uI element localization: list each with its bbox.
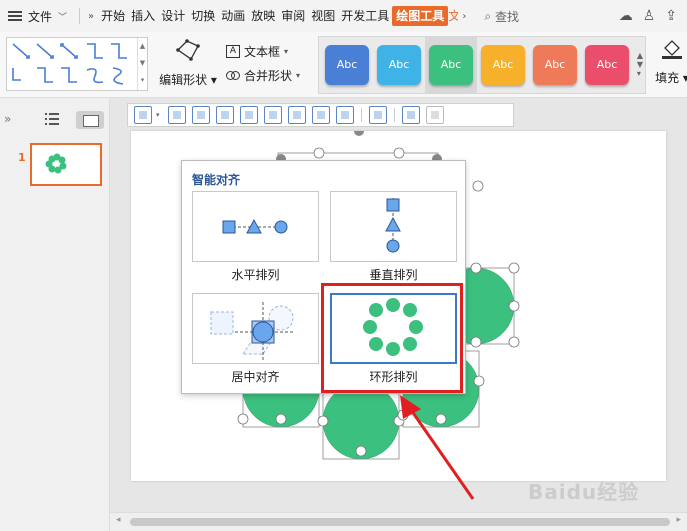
tab-review[interactable]: 审阅 [278,0,308,32]
chevron-down-icon[interactable]: ▾ [156,111,160,119]
horizontal-scrollbar[interactable]: ◂ ▸ [110,512,687,531]
distribute-vertical-icon[interactable] [335,106,354,124]
tab-design[interactable]: 设计 [158,0,188,32]
thumbnail-view-icon[interactable] [76,111,104,129]
align-right-icon[interactable] [215,106,234,124]
distribute-horizontal-icon[interactable] [311,106,330,124]
shape-style-3[interactable]: Abc [429,45,473,85]
tab-insert[interactable]: 插入 [128,0,158,32]
center-align-icon [210,302,294,362]
fill-label: 填充 ▾ [655,71,687,85]
align-middle-icon[interactable] [263,106,282,124]
styles-more-icon[interactable]: ▲ ▼ ▾ [637,51,643,78]
edit-shape-button[interactable]: 编辑形状 ▾ [156,38,220,88]
option-vertical[interactable] [330,191,457,262]
expand-panel-icon[interactable]: » [4,112,11,126]
chevron-down-icon: ▾ [284,46,289,56]
align-toolbar: ▾ [127,103,514,127]
file-menu-label: 文件 [28,9,53,24]
text-box-button[interactable]: A 文本框 ▾ [226,39,300,63]
scroll-thumb[interactable] [130,518,670,526]
tab-developer[interactable]: 开发工具 [338,0,392,32]
tab-animation[interactable]: 动画 [218,0,248,32]
scroll-left-icon[interactable]: ◂ [116,515,121,525]
slides-panel: » 1 [0,98,110,531]
format-painter-icon[interactable] [401,106,420,124]
shape-style-4[interactable]: Abc [481,45,525,85]
option-horizontal[interactable] [192,191,319,262]
tab-start[interactable]: 开始 [98,0,128,32]
slide-thumbnail[interactable] [30,143,102,186]
tab-drawing-tools[interactable]: 绘图工具 [392,6,449,26]
slide-number: 1 [18,151,26,164]
align-bottom-icon[interactable] [287,106,306,124]
align-center-icon[interactable] [191,106,210,124]
shape-style-1[interactable]: Abc [325,45,369,85]
text-box-icon: A [226,44,240,58]
vertical-arrange-icon [385,198,401,253]
menu-icon [8,11,22,21]
tab-view[interactable]: 视图 [308,0,338,32]
horizontal-arrange-icon [222,218,288,234]
option-horizontal-label: 水平排列 [231,268,280,282]
slide-thumbnail-image [45,153,67,174]
text-column: A 文本框 ▾ 合并形状 ▾ [226,39,300,87]
group-icon[interactable] [368,106,387,124]
cloud-sync-icon[interactable]: ☁ [619,8,633,24]
chevron-down-icon: ﹀ [58,12,68,23]
option-center-label: 居中对齐 [231,370,280,384]
ribbon: ▲ ▼ ▾ 编辑形状 ▾ A 文本框 ▾ 合并形状 ▾ Abc Abc Abc Ab… [0,32,687,98]
watermark-logo: Baidu经验 [528,480,640,504]
chevron-right-icon[interactable]: › [458,11,470,22]
align-top-icon[interactable] [239,106,258,124]
line-shapes-gallery[interactable]: ▲ ▼ ▾ [6,37,148,91]
merge-shape-icon [226,69,240,82]
search-label: 查找 [495,9,520,24]
divider [79,8,81,24]
window-actions: ☁ ♙ ⇪ [619,8,687,24]
user-add-icon[interactable]: ♙ [643,8,656,24]
tab-slideshow[interactable]: 放映 [248,0,278,32]
option-vertical-label: 垂直排列 [369,268,418,282]
share-icon[interactable]: ⇪ [665,8,677,24]
smart-align-icon[interactable] [134,106,152,124]
search-box[interactable]: ⌕ 查找 [484,8,519,25]
shape-style-5[interactable]: Abc [533,45,577,85]
more-icon[interactable]: » [84,11,98,22]
tab-text-tools[interactable]: 文 [448,0,458,32]
file-menu-button[interactable]: 文件 ﹀ [0,0,75,32]
paint-bucket-icon [662,40,682,59]
menubar: 文件 ﹀ » 开始 插入 设计 切换 动画 放映 审阅 视图 开发工具 绘图工具… [0,0,687,32]
outline-view-icon[interactable] [45,113,59,128]
gallery-scroll[interactable]: ▲ ▼ ▾ [137,38,147,90]
text-box-label: 文本框 [244,44,281,59]
shape-style-6[interactable]: Abc [585,45,629,85]
scroll-right-icon[interactable]: ▸ [676,515,681,525]
merge-shape-label: 合并形状 [244,68,293,83]
ungroup-icon [425,106,444,124]
edit-shape-icon [176,39,200,61]
highlight-box [321,283,463,393]
tab-transition[interactable]: 切换 [188,0,218,32]
divider [393,108,395,122]
shape-style-2[interactable]: Abc [377,45,421,85]
fill-button[interactable]: 填充 ▾ [652,38,687,86]
line-shapes-icon [12,43,127,85]
merge-shape-button[interactable]: 合并形状 ▾ [226,63,300,87]
shape-styles-gallery: Abc Abc Abc Abc Abc Abc ▲ ▼ ▾ [318,36,646,94]
option-center[interactable] [192,293,319,364]
align-left-icon[interactable] [167,106,186,124]
popup-title: 智能对齐 [192,173,241,187]
red-arrow-icon [400,395,475,500]
divider [360,108,362,122]
search-icon: ⌕ [484,8,492,23]
edit-shape-label: 编辑形状 ▾ [159,73,217,87]
chevron-down-icon: ▾ [296,70,301,80]
